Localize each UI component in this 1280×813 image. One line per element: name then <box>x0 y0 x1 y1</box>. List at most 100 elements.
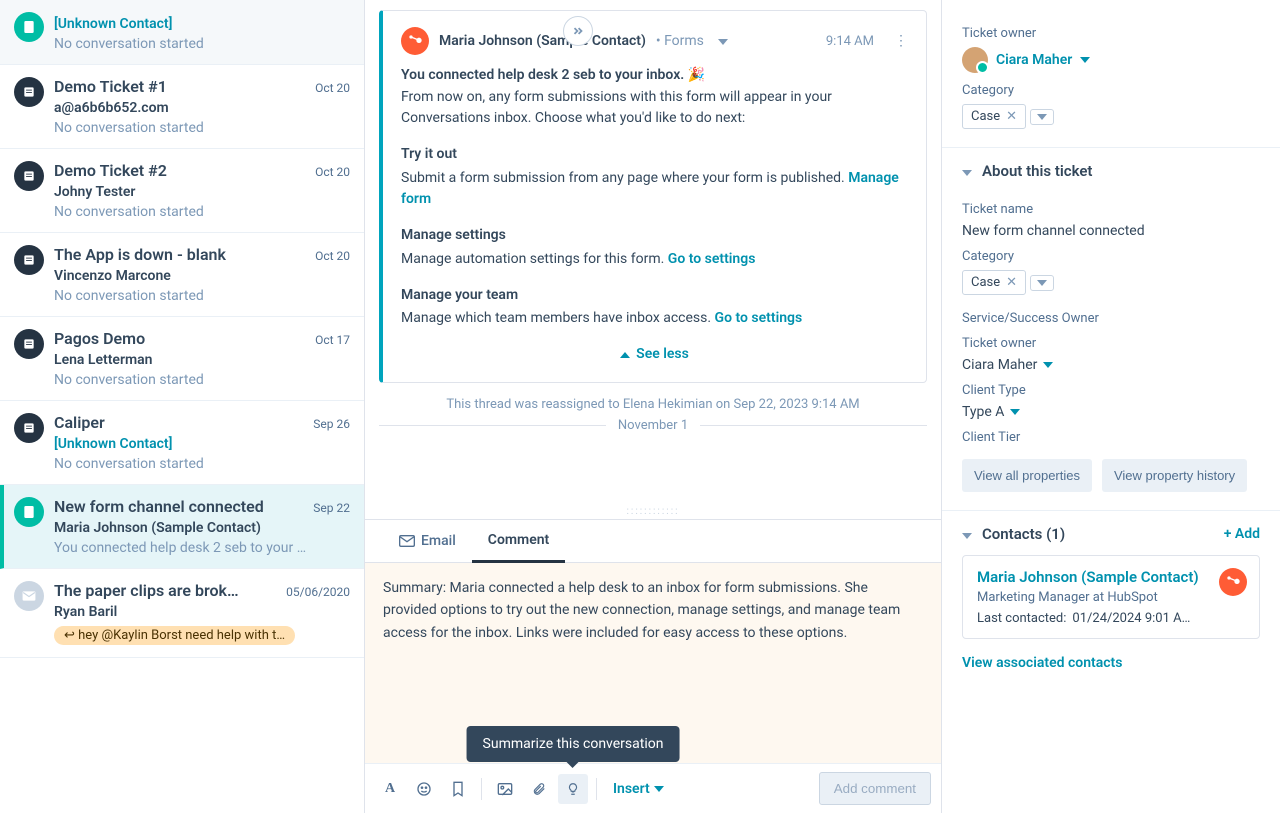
ticket-item[interactable]: CaliperSep 26[Unknown Contact]No convers… <box>0 401 364 485</box>
composer: Email Comment Summary: Maria connected a… <box>365 519 941 813</box>
last-contacted-label: Last contacted: <box>977 611 1066 626</box>
category-tag[interactable]: Case✕ <box>962 104 1026 129</box>
ticket-list[interactable]: [Unknown Contact]No conversation started… <box>0 0 365 813</box>
snippet-button[interactable] <box>443 774 473 804</box>
date-separator: November 1 <box>379 418 927 433</box>
category2-tag[interactable]: Case✕ <box>962 270 1026 295</box>
paperclip-icon <box>532 781 546 797</box>
ticket-avatar <box>14 77 44 107</box>
view-property-history-button[interactable]: View property history <box>1102 459 1247 492</box>
ticket-name-value[interactable]: New form channel connected <box>962 223 1260 239</box>
close-icon[interactable]: ✕ <box>1006 275 1017 290</box>
ticket-owner2-dropdown[interactable]: Ciara Maher <box>962 357 1260 373</box>
ticket-title: Demo Ticket #2 <box>54 161 167 180</box>
email-icon <box>399 535 415 547</box>
message-card: Maria Johnson (Sample Contact) • Forms 9… <box>379 10 927 383</box>
message-from: Maria Johnson (Sample Contact) <box>439 33 646 49</box>
ticket-date: Oct 20 <box>315 81 350 95</box>
team-settings-link[interactable]: Go to settings <box>715 310 803 326</box>
last-contacted-value: 01/24/2024 9:01 A… <box>1072 611 1190 626</box>
contact-role: Marketing Manager at HubSpot <box>977 590 1245 605</box>
ticket-item[interactable]: New form channel connectedSep 22Maria Jo… <box>0 485 364 569</box>
go-to-settings-link[interactable]: Go to settings <box>668 251 756 267</box>
contact-name[interactable]: Maria Johnson (Sample Contact) <box>977 568 1245 586</box>
ticket-name-label: Ticket name <box>962 202 1260 217</box>
hubspot-logo-avatar <box>401 27 429 55</box>
contacts-header[interactable]: Contacts (1) + Add <box>942 511 1280 549</box>
client-type-label: Client Type <box>962 383 1260 398</box>
client-tier-label: Client Tier <box>962 430 1260 445</box>
message-expand-caret[interactable] <box>718 33 728 49</box>
collapse-sidebar-button[interactable] <box>563 16 593 46</box>
insert-dropdown[interactable]: Insert <box>605 775 672 803</box>
chevron-down-icon[interactable] <box>962 525 972 543</box>
composer-toolbar: A Summarize this conversation <box>365 763 941 813</box>
view-associated-contacts-link[interactable]: View associated contacts <box>942 653 1280 673</box>
view-all-properties-button[interactable]: View all properties <box>962 459 1092 492</box>
summarize-tooltip: Summarize this conversation <box>467 726 680 762</box>
ticket-item[interactable]: Pagos DemoOct 17Lena LettermanNo convers… <box>0 317 364 401</box>
ticket-title: The App is down - blank <box>54 245 226 264</box>
ticket-contact: [Unknown Contact] <box>54 436 350 452</box>
ticket-snippet: No conversation started <box>54 204 350 220</box>
text-format-button[interactable]: A <box>375 774 405 804</box>
message-menu-icon[interactable]: ⋮ <box>894 33 908 49</box>
ticket-contact: Vincenzo Marcone <box>54 268 350 284</box>
ticket-item[interactable]: The paper clips are brok… 05/06/2020 Ryan … <box>0 569 364 658</box>
chevron-down-icon <box>1080 57 1090 63</box>
message-source: Forms <box>664 33 704 49</box>
ticket-contact: Lena Letterman <box>54 352 350 368</box>
add-comment-button[interactable]: Add comment <box>819 772 931 805</box>
message-headline: You connected help desk 2 seb to your in… <box>401 67 705 83</box>
snippet-icon <box>451 781 465 797</box>
resize-grip[interactable]: :::::::::::: <box>365 504 941 519</box>
ticket-title: Demo Ticket #1 <box>54 77 167 96</box>
ticket-date: Oct 17 <box>315 333 350 347</box>
ticket-date: Sep 22 <box>313 501 350 515</box>
ticket-title: The paper clips are brok… <box>54 581 239 600</box>
close-icon[interactable]: ✕ <box>1006 109 1017 124</box>
ticket-avatar <box>14 329 44 359</box>
ticket-contact: Ryan Baril <box>54 604 350 620</box>
chevron-down-icon <box>654 786 664 792</box>
emoji-icon <box>416 781 432 797</box>
ticket-owner-dropdown[interactable]: Ciara Maher <box>962 47 1260 73</box>
service-owner-label: Service/Success Owner <box>962 311 1260 326</box>
ticket-title: Caliper <box>54 413 105 432</box>
ticket-avatar <box>14 245 44 275</box>
chevron-down-icon[interactable] <box>962 162 972 180</box>
ai-summarize-button[interactable]: Summarize this conversation <box>558 774 588 804</box>
ticket-item[interactable]: The App is down - blankOct 20Vincenzo Ma… <box>0 233 364 317</box>
attachment-button[interactable] <box>524 774 554 804</box>
ticket-item[interactable]: [Unknown Contact]No conversation started <box>0 0 364 65</box>
category-dropdown[interactable] <box>1030 109 1054 125</box>
lightbulb-icon <box>566 781 580 797</box>
tab-email[interactable]: Email <box>383 520 472 562</box>
category2-dropdown[interactable] <box>1030 275 1054 291</box>
ticket-contact: Johny Tester <box>54 184 350 200</box>
ticket-contact: Maria Johnson (Sample Contact) <box>54 520 350 536</box>
about-ticket-header[interactable]: About this ticket <box>942 148 1280 186</box>
ticket-date: Sep 26 <box>313 417 350 431</box>
image-button[interactable] <box>490 774 520 804</box>
ticket-item[interactable]: Demo Ticket #1 Oct 20 a@a6b6b652.com No con… <box>0 65 364 149</box>
ticket-item[interactable]: Demo Ticket #2Oct 20Johny TesterNo conve… <box>0 149 364 233</box>
ticket-avatar <box>14 413 44 443</box>
ticket-avatar <box>14 497 44 527</box>
ticket-contact: a@a6b6b652.com <box>54 100 350 116</box>
ticket-owner2-label: Ticket owner <box>962 336 1260 351</box>
add-contact-button[interactable]: + Add <box>1224 526 1260 542</box>
see-less-toggle[interactable]: See less <box>401 344 908 366</box>
message-body: You connected help desk 2 seb to your in… <box>401 65 908 366</box>
client-type-dropdown[interactable]: Type A <box>962 404 1260 420</box>
chevron-up-icon <box>620 352 630 358</box>
tab-comment[interactable]: Comment <box>472 520 565 563</box>
ticket-avatar <box>14 12 44 42</box>
message-time: 9:14 AM <box>826 34 874 49</box>
ticket-date: 05/06/2020 <box>286 585 350 599</box>
emoji-button[interactable] <box>409 774 439 804</box>
ticket-contact: [Unknown Contact] <box>54 16 350 32</box>
contact-card[interactable]: Maria Johnson (Sample Contact) Marketing… <box>962 555 1260 639</box>
ticket-title: Pagos Demo <box>54 329 145 348</box>
ticket-snippet: No conversation started <box>54 120 350 136</box>
